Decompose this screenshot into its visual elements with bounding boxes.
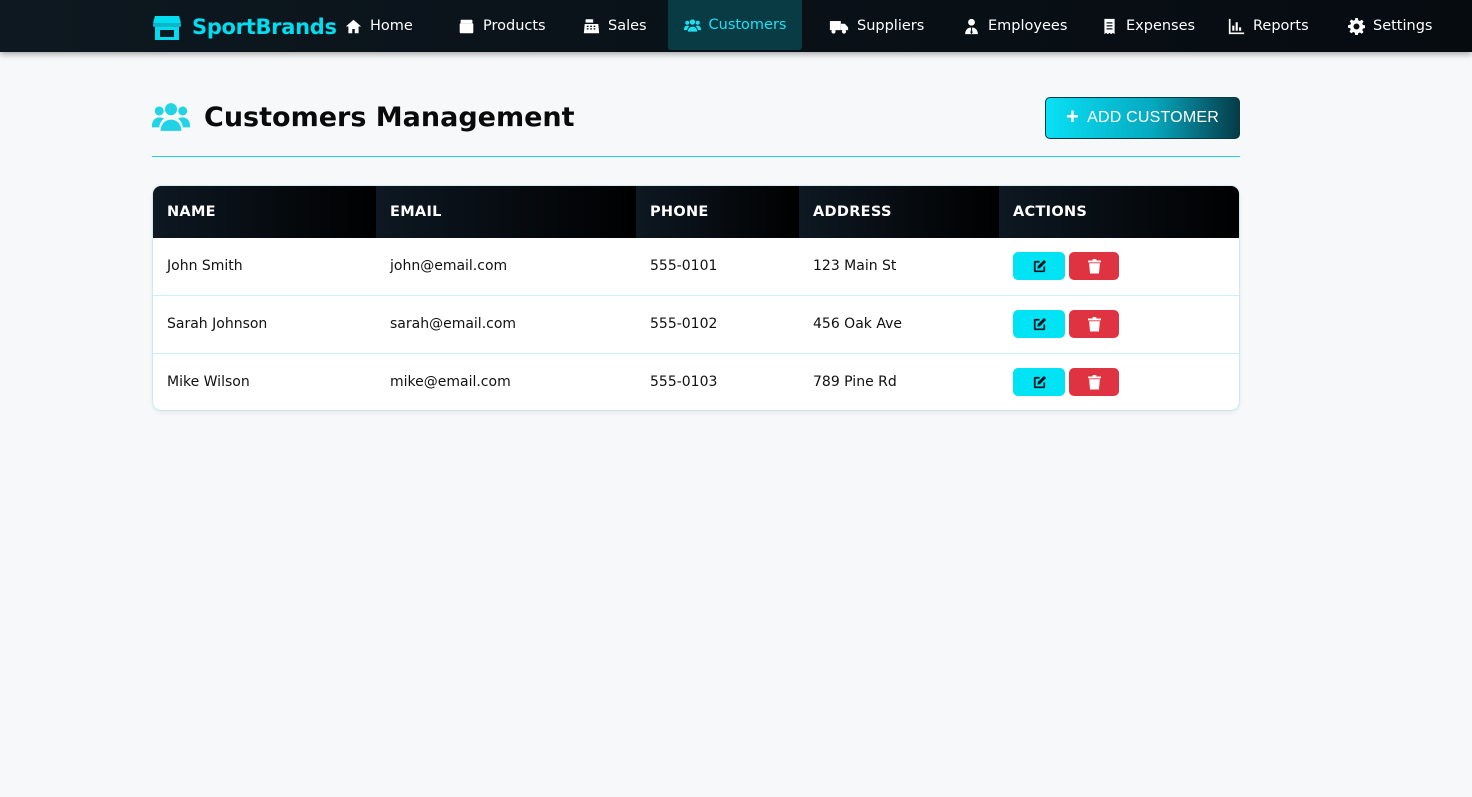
- trash-icon: [1087, 316, 1101, 331]
- home-icon: [345, 19, 362, 33]
- chart-icon: [1228, 18, 1245, 34]
- table-row: John Smith john@email.com 555-0101 123 M…: [153, 238, 1239, 295]
- edit-icon: [1033, 317, 1046, 330]
- store-icon: [153, 16, 181, 40]
- cell-phone: 555-0101: [650, 258, 718, 275]
- nav-customers[interactable]: Customers: [668, 0, 802, 50]
- column-header-phone[interactable]: PHONE: [636, 186, 799, 238]
- plus-icon: +: [1066, 104, 1080, 129]
- nav-label: Products: [483, 18, 546, 34]
- edit-button[interactable]: [1013, 368, 1065, 397]
- cell-name: Sarah Johnson: [153, 294, 376, 353]
- user-tie-icon: [965, 18, 978, 34]
- users-icon: [683, 18, 701, 32]
- column-header-email[interactable]: EMAIL: [376, 186, 636, 238]
- cell-email: sarah@email.com: [376, 294, 636, 353]
- column-header-address[interactable]: ADDRESS: [799, 186, 999, 238]
- nav-label: Suppliers: [857, 18, 925, 34]
- nav-label: Home: [370, 18, 413, 34]
- customers-table: NAME EMAIL PHONE ADDRESS ACTIONS John Sm…: [153, 186, 1239, 410]
- top-navbar: SportBrands Home Products Sales Customer…: [0, 0, 1472, 52]
- cell-actions: [999, 352, 1239, 410]
- brand-logo[interactable]: SportBrands: [152, 12, 337, 42]
- edit-icon: [1033, 375, 1046, 388]
- receipt-icon: [1104, 18, 1115, 34]
- column-header-actions: ACTIONS: [999, 186, 1239, 238]
- nav-label: Expenses: [1126, 18, 1196, 34]
- add-customer-button[interactable]: + ADD CUSTOMER: [1045, 97, 1240, 139]
- cash-register-icon: [583, 18, 600, 33]
- cell-address: 456 Oak Ave: [799, 294, 999, 353]
- delete-button[interactable]: [1069, 368, 1119, 397]
- nav-settings[interactable]: Settings: [1334, 0, 1446, 52]
- cell-address: 789 Pine Rd: [799, 352, 999, 410]
- nav-reports[interactable]: Reports: [1214, 0, 1323, 52]
- table-row: Mike Wilson mike@email.com 555-0103 789 …: [153, 352, 1239, 410]
- trash-icon: [1087, 374, 1101, 390]
- nav-home[interactable]: Home: [331, 0, 427, 52]
- nav-products[interactable]: Products: [444, 0, 560, 52]
- customers-table-card: NAME EMAIL PHONE ADDRESS ACTIONS John Sm…: [153, 186, 1239, 410]
- delete-button[interactable]: [1069, 252, 1119, 281]
- page-title: Customers Management: [204, 101, 575, 133]
- nav-suppliers[interactable]: Suppliers: [815, 0, 938, 52]
- truck-icon: [829, 20, 849, 34]
- page-title-group: Customers Management: [152, 100, 575, 134]
- cell-phone: 555-0102: [636, 294, 799, 353]
- add-customer-label: ADD CUSTOMER: [1087, 109, 1219, 126]
- cell-name: John Smith: [167, 258, 243, 275]
- cell-address: 123 Main St: [813, 258, 897, 275]
- nav-sales[interactable]: Sales: [569, 0, 661, 52]
- nav-label: Employees: [988, 18, 1068, 34]
- table-row: Sarah Johnson sarah@email.com 555-0102 4…: [153, 294, 1239, 353]
- table-header-row: NAME EMAIL PHONE ADDRESS ACTIONS: [153, 186, 1239, 238]
- brand-name: SportBrands: [192, 15, 337, 39]
- nav-expenses[interactable]: Expenses: [1087, 0, 1209, 52]
- users-icon: [152, 103, 190, 131]
- nav-employees[interactable]: Employees: [949, 0, 1081, 52]
- page-header: Customers Management + ADD CUSTOMER: [152, 96, 1240, 157]
- edit-button[interactable]: [1013, 252, 1065, 281]
- nav-label: Reports: [1253, 18, 1309, 34]
- gear-icon: [1348, 17, 1365, 35]
- nav-label: Sales: [608, 18, 647, 34]
- edit-icon: [1033, 259, 1046, 272]
- box-icon: [459, 19, 474, 33]
- cell-email: john@email.com: [390, 258, 508, 275]
- cell-phone: 555-0103: [636, 352, 799, 410]
- cell-email: mike@email.com: [376, 352, 636, 410]
- column-header-name[interactable]: NAME: [153, 186, 376, 238]
- nav-label: Customers: [708, 17, 787, 33]
- cell-name: Mike Wilson: [153, 352, 376, 410]
- nav-label: Settings: [1373, 18, 1433, 34]
- delete-button[interactable]: [1069, 310, 1119, 338]
- trash-icon: [1087, 258, 1101, 274]
- cell-actions: [999, 294, 1239, 353]
- cell-actions: [999, 238, 1239, 295]
- edit-button[interactable]: [1013, 310, 1065, 338]
